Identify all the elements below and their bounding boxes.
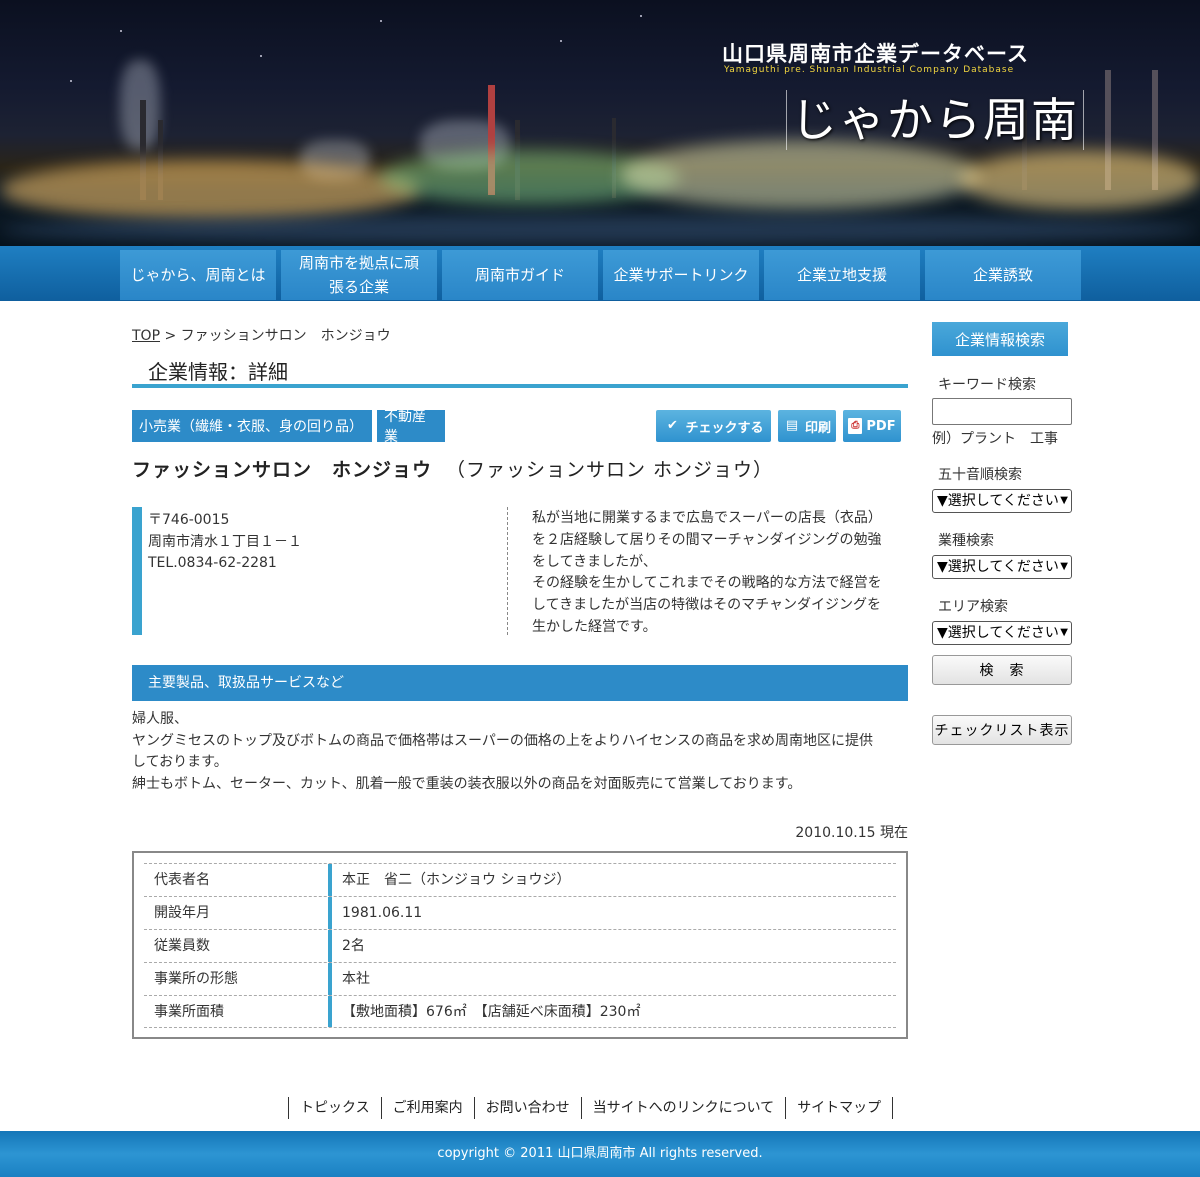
header-banner: 山口県周南市企業データベース Yamaguthi pre. Shunan Ind… [0, 0, 1200, 246]
nav-item-location-support[interactable]: 企業立地支援 [764, 250, 920, 300]
products-text: 婦人服、 ヤングミセスのトップ及びボトムの商品で価格帯はスーパーの価格の上をより… [132, 709, 908, 795]
check-button-label: チェックする [685, 420, 764, 436]
company-name-heading: ファッションサロン ホンジョウ （ファッションサロン ホンジョウ） [132, 455, 773, 482]
print-button[interactable]: ▤ 印刷 [778, 410, 836, 442]
intro-line: 私が当地に開業するまで広島でスーパーの店長（衣品） [532, 510, 882, 526]
row-key: 事業所面積 [144, 996, 332, 1027]
company-name-kana: （ファッションサロン ホンジョウ） [446, 459, 774, 481]
row-value: 2名 [342, 938, 365, 954]
chevron-down-icon: ▼ [1060, 627, 1068, 638]
pdf-button[interactable]: ⎙ PDF [843, 410, 901, 442]
table-row: 代表者名 本正 省二（ホンジョウ ショウジ） [144, 863, 896, 896]
kana-select-value: ▼選択してください [937, 493, 1059, 509]
telephone: TEL.0834-62-2281 [148, 555, 277, 571]
area-search-label: エリア検索 [938, 599, 1008, 615]
pdf-button-label: PDF [866, 418, 896, 434]
products-section-heading: 主要製品、取扱品サービスなど [132, 665, 908, 701]
pdf-icon: ⎙ [848, 418, 863, 434]
nav-item-attraction[interactable]: 企業誘致 [925, 250, 1081, 300]
company-details-table: 代表者名 本正 省二（ホンジョウ ショウジ） 開設年月 1981.06.11 従… [132, 851, 908, 1039]
as-of-date: 2010.10.15 現在 [795, 825, 908, 841]
page-heading: 企業情報：詳細 [132, 354, 908, 388]
row-value: 本社 [342, 971, 370, 987]
row-key: 従業員数 [144, 930, 332, 962]
intro-line: してきましたが当店の特徴はそのマチャンダイジングを [532, 597, 882, 614]
table-row: 事業所の形態 本社 [144, 962, 896, 995]
products-line: 紳士もボトム、セーター、カット、肌着一般で重装の装衣服以外の商品を対面販売にて営… [132, 775, 802, 792]
kana-search-select[interactable]: ▼選択してください ▼ [932, 489, 1072, 513]
chevron-down-icon: ▼ [1060, 561, 1068, 572]
table-row: 従業員数 2名 [144, 929, 896, 962]
products-line: しております。 [132, 754, 228, 770]
intro-line: をしてきましたが、 [532, 553, 657, 570]
breadcrumb-current: ファッションサロン ホンジョウ [180, 328, 391, 344]
search-button[interactable]: 検 索 [932, 655, 1072, 685]
printer-icon: ▤ [785, 418, 799, 433]
sidebar-title: 企業情報検索 [932, 322, 1068, 356]
footer-link-linking[interactable]: 当サイトへのリンクについて [580, 1097, 786, 1119]
intro-line: 生かした経営です。 [532, 618, 657, 635]
row-key: 事業所の形態 [144, 963, 332, 995]
kana-search-label: 五十音順検索 [938, 467, 1022, 483]
site-logo[interactable]: じゃから周南 [786, 90, 1084, 150]
table-row: 事業所面積 【敷地面積】676㎡ 【店舗延べ床面積】230㎡ [144, 995, 896, 1028]
area-search-select[interactable]: ▼選択してください ▼ [932, 621, 1072, 645]
footer-link-sitemap[interactable]: サイトマップ [785, 1097, 894, 1119]
keyword-search-input[interactable] [932, 398, 1072, 425]
footer-links: トピックス ご利用案内 お問い合わせ 当サイトへのリンクについて サイトマップ [288, 1097, 894, 1119]
checklist-button[interactable]: チェックリスト表示 [932, 715, 1072, 745]
intro-line: その経験を生かしてこれまでその戦略的な方法で経営を [532, 575, 882, 592]
breadcrumb: TOP > ファッションサロン ホンジョウ [132, 325, 391, 345]
nav-item-about[interactable]: じゃから、周南とは [120, 250, 276, 300]
nav-item-guide[interactable]: 周南市ガイド [442, 250, 598, 300]
row-value: 本正 省二（ホンジョウ ショウジ） [342, 872, 571, 888]
products-line: ヤングミセスのトップ及びボトムの商品で価格帯はスーパーの価格の上をよりハイセンス… [132, 732, 874, 749]
keyword-search-label: キーワード検索 [938, 377, 1036, 393]
products-line: 婦人服、 [132, 711, 188, 727]
breadcrumb-top-link[interactable]: TOP [132, 328, 160, 344]
address: 周南市清水１丁目１－１ [148, 533, 302, 550]
footer-link-guide[interactable]: ご利用案内 [380, 1097, 474, 1119]
footer-link-contact[interactable]: お問い合わせ [473, 1097, 581, 1119]
site-title: 山口県周南市企業データベース [722, 42, 1029, 66]
row-value: 【敷地面積】676㎡ 【店舗延べ床面積】230㎡ [342, 1004, 641, 1020]
footer-link-topics[interactable]: トピックス [288, 1097, 381, 1119]
industry-search-select[interactable]: ▼選択してください ▼ [932, 555, 1072, 579]
page-title: 企業情報：詳細 [148, 360, 288, 384]
nav-item-companies[interactable]: 周南市を拠点に頑張る企業 [281, 250, 437, 300]
print-button-label: 印刷 [804, 420, 831, 436]
footer-copyright: copyright © 2011 山口県周南市 All rights reser… [0, 1131, 1200, 1177]
nav-item-support-links[interactable]: 企業サポートリンク [603, 250, 759, 300]
intro-line: を２店経験して居りその間マーチャンダイジングの勉強 [532, 531, 882, 548]
row-value: 1981.06.11 [342, 905, 423, 921]
main-nav: じゃから、周南とは 周南市を拠点に頑張る企業 周南市ガイド 企業サポートリンク … [0, 246, 1200, 301]
table-row: 開設年月 1981.06.11 [144, 896, 896, 929]
site-subtitle: Yamaguthi pre. Shunan Industrial Company… [724, 65, 1015, 75]
category-tag-retail[interactable]: 小売業（繊維・衣服、身の回り品） [132, 410, 372, 442]
postal-code: 〒746-0015 [148, 512, 230, 528]
check-button[interactable]: ✔ チェックする [656, 410, 771, 442]
address-box: 〒746-0015 周南市清水１丁目１－１ TEL.0834-62-2281 [132, 507, 508, 635]
category-tag-realestate[interactable]: 不動産業 [377, 409, 445, 445]
chevron-down-icon: ▼ [1060, 495, 1068, 506]
industry-search-label: 業種検索 [938, 533, 994, 549]
row-key: 開設年月 [144, 897, 332, 929]
industry-select-value: ▼選択してください [937, 559, 1059, 575]
breadcrumb-separator: > [160, 328, 181, 344]
keyword-example: 例）プラント 工事 [932, 431, 1058, 447]
company-name: ファッションサロン ホンジョウ [132, 459, 433, 481]
checkmark-icon: ✔ [667, 418, 678, 433]
area-select-value: ▼選択してください [937, 625, 1059, 641]
company-intro: 私が当地に開業するまで広島でスーパーの店長（衣品） を２店経験して居りその間マー… [532, 508, 902, 639]
row-key: 代表者名 [144, 864, 332, 896]
